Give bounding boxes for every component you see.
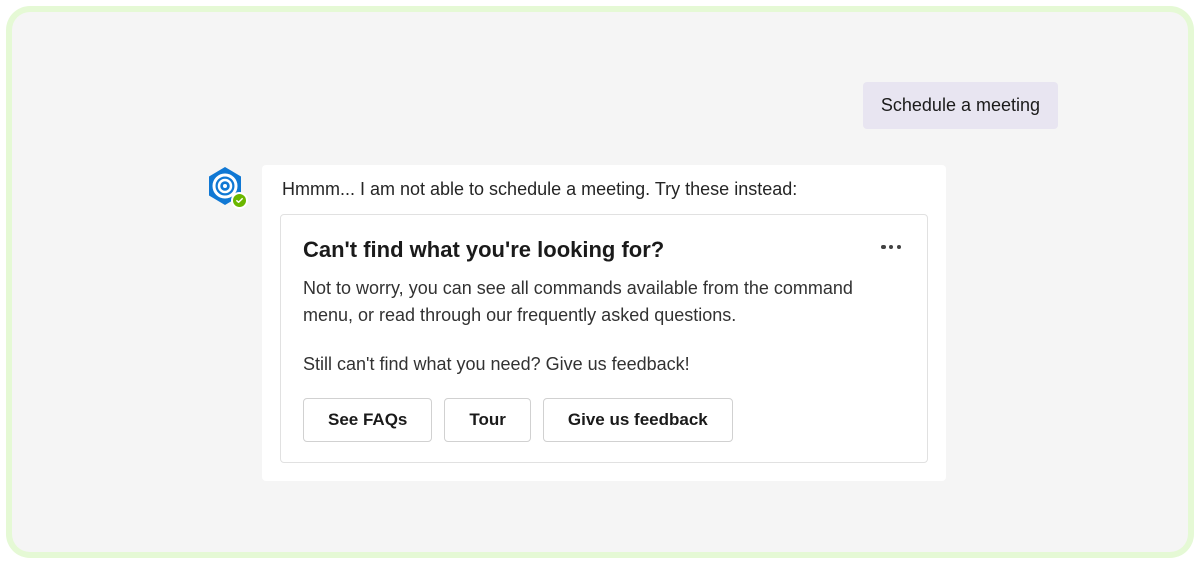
button-row: See FAQs Tour Give us feedback	[303, 398, 905, 442]
more-options-icon[interactable]	[877, 241, 905, 253]
see-faqs-button[interactable]: See FAQs	[303, 398, 432, 442]
help-card: Can't find what you're looking for? Not …	[280, 214, 928, 463]
user-message-row: Schedule a meeting	[82, 82, 1118, 129]
tour-button[interactable]: Tour	[444, 398, 531, 442]
give-feedback-button[interactable]: Give us feedback	[543, 398, 733, 442]
user-message-text: Schedule a meeting	[881, 95, 1040, 115]
outer-frame: Schedule a meeting Hmmm... I am not a	[6, 6, 1194, 558]
user-message-bubble[interactable]: Schedule a meeting	[863, 82, 1058, 129]
help-card-header: Can't find what you're looking for?	[303, 237, 905, 263]
bot-intro-text: Hmmm... I am not able to schedule a meet…	[280, 179, 928, 200]
presence-available-icon	[231, 192, 248, 209]
chat-area: Schedule a meeting Hmmm... I am not a	[12, 12, 1188, 552]
bot-message-row: Hmmm... I am not able to schedule a meet…	[82, 165, 1118, 481]
bot-avatar[interactable]	[204, 165, 246, 207]
bot-message-bubble: Hmmm... I am not able to schedule a meet…	[262, 165, 946, 481]
help-card-title: Can't find what you're looking for?	[303, 237, 664, 263]
help-card-feedback: Still can't find what you need? Give us …	[303, 351, 905, 378]
help-card-body: Not to worry, you can see all commands a…	[303, 275, 905, 329]
